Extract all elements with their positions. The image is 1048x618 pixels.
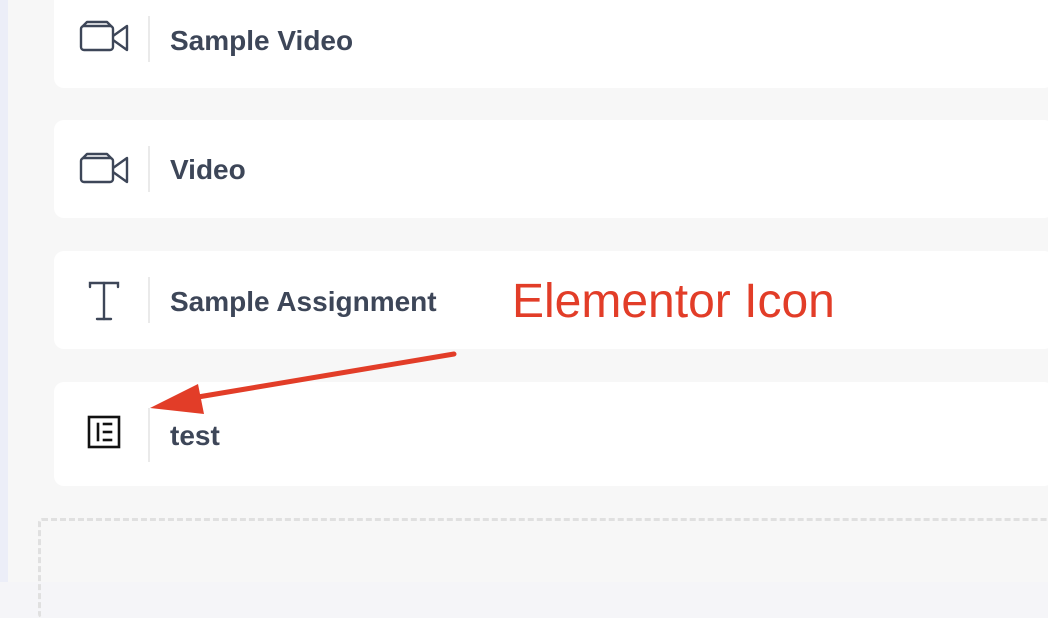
elementor-icon bbox=[76, 414, 132, 450]
lesson-item[interactable]: Sample Video bbox=[54, 0, 1048, 88]
lesson-item[interactable]: Video bbox=[54, 120, 1048, 218]
separator bbox=[148, 277, 150, 323]
video-camera-icon bbox=[76, 16, 132, 56]
lesson-title: test bbox=[170, 420, 220, 451]
separator bbox=[148, 16, 150, 62]
lesson-title: Video bbox=[170, 154, 246, 185]
lesson-title: Sample Assignment bbox=[170, 286, 437, 317]
drop-zone[interactable] bbox=[38, 518, 1048, 618]
separator bbox=[148, 146, 150, 192]
lesson-item[interactable]: test bbox=[54, 382, 1048, 486]
left-strip bbox=[0, 0, 8, 582]
video-camera-icon bbox=[76, 148, 132, 188]
annotation-label: Elementor Icon bbox=[512, 275, 835, 328]
separator bbox=[148, 408, 150, 462]
text-type-icon bbox=[76, 279, 132, 323]
lesson-title: Sample Video bbox=[170, 25, 354, 56]
